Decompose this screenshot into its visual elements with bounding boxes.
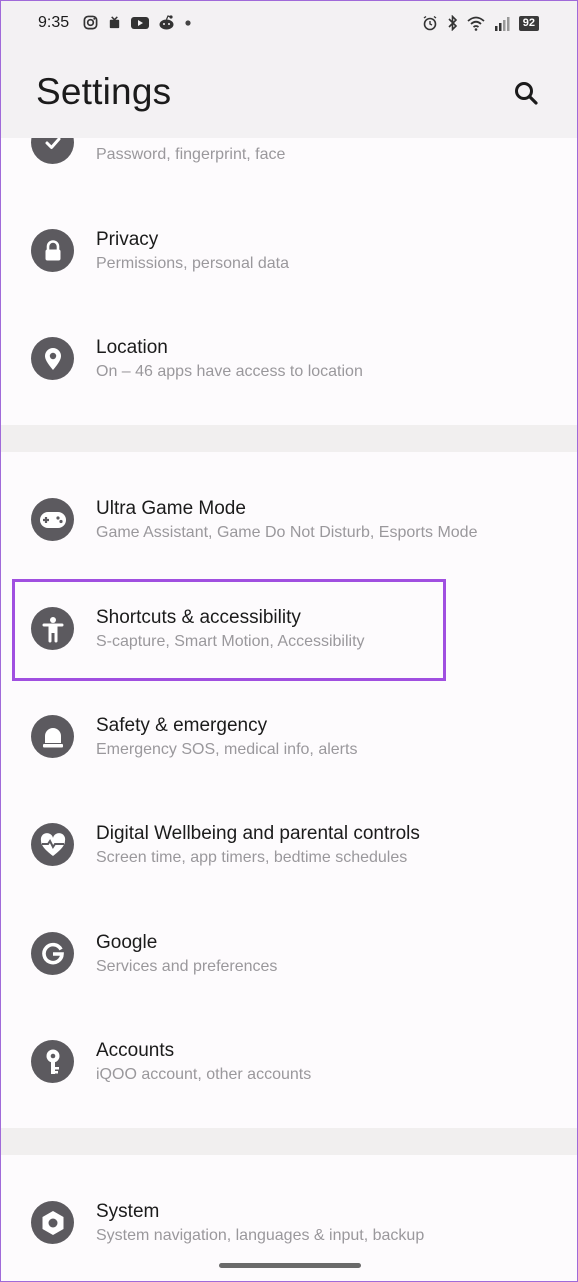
status-time: 9:35 [38,14,70,31]
alarm-icon [423,15,437,31]
settings-item-accounts[interactable]: Accounts iQOO account, other accounts [1,1008,577,1116]
settings-item-label: Google [96,932,158,953]
settings-item-privacy[interactable]: Privacy Permissions, personal data [1,197,577,305]
page-title: Settings [36,71,172,112]
settings-item-sub: Permissions, personal data [96,255,289,272]
battery-icon: 92 [518,15,539,31]
settings-screen: 9:35 92 Settings Password, fingerprint, … [0,0,578,1282]
settings-item-label: Digital Wellbeing and parental controls [96,823,420,844]
settings-item-label: Ultra Game Mode [96,498,246,519]
key-icon [31,1040,74,1083]
settings-item-label: Location [96,337,168,358]
dot-icon [185,19,191,26]
settings-item-label: Accounts [96,1040,175,1061]
section-divider [1,1128,577,1155]
settings-item-label: Privacy [96,229,159,250]
location-pin-icon [31,337,74,380]
settings-item-location[interactable]: Location On – 46 apps have access to loc… [1,305,577,413]
notification-icon [109,16,120,29]
hexagon-settings-icon [31,1201,74,1244]
settings-item-digital-wellbeing[interactable]: Digital Wellbeing and parental controls … [1,791,577,899]
settings-item-sub: Game Assistant, Game Do Not Disturb, Esp… [96,524,478,541]
section-divider [1,425,577,452]
settings-item-sub: On – 46 apps have access to location [96,363,363,380]
settings-item-sub: Services and preferences [96,958,278,975]
settings-item-google[interactable]: Google Services and preferences [1,900,577,1008]
settings-item-label: System [96,1201,160,1222]
youtube-icon [131,16,149,29]
google-icon [31,932,74,975]
reddit-icon [159,15,174,30]
bluetooth-icon [448,15,457,31]
highlight-box [12,579,446,681]
gesture-nav-handle[interactable] [219,1263,361,1268]
settings-item-label: Safety & emergency [96,715,268,736]
settings-item-sub: Screen time, app timers, bedtime schedul… [96,849,408,866]
settings-item-ultra-game-mode[interactable]: Ultra Game Mode Game Assistant, Game Do … [1,466,577,574]
search-icon[interactable] [513,80,539,106]
signal-icon [494,16,510,31]
settings-item-safety-emergency[interactable]: Safety & emergency Emergency SOS, medica… [1,683,577,791]
gamepad-icon [31,498,74,541]
instagram-icon [83,15,98,30]
settings-item-sub: Password, fingerprint, face [96,146,286,163]
lock-icon [31,229,74,272]
settings-item-sub: iQOO account, other accounts [96,1066,312,1083]
wifi-icon [467,16,485,31]
settings-item-sub: Emergency SOS, medical info, alerts [96,741,358,758]
status-bar-overlay: 9:35 92 [1,1,577,47]
app-bar-overlay: Settings [1,47,577,138]
settings-item-system[interactable]: System System navigation, languages & in… [1,1169,577,1277]
settings-item-sub: System navigation, languages & input, ba… [96,1227,425,1244]
siren-icon [31,715,74,758]
shield-check-icon-partial [31,121,74,161]
heart-icon [31,823,74,866]
